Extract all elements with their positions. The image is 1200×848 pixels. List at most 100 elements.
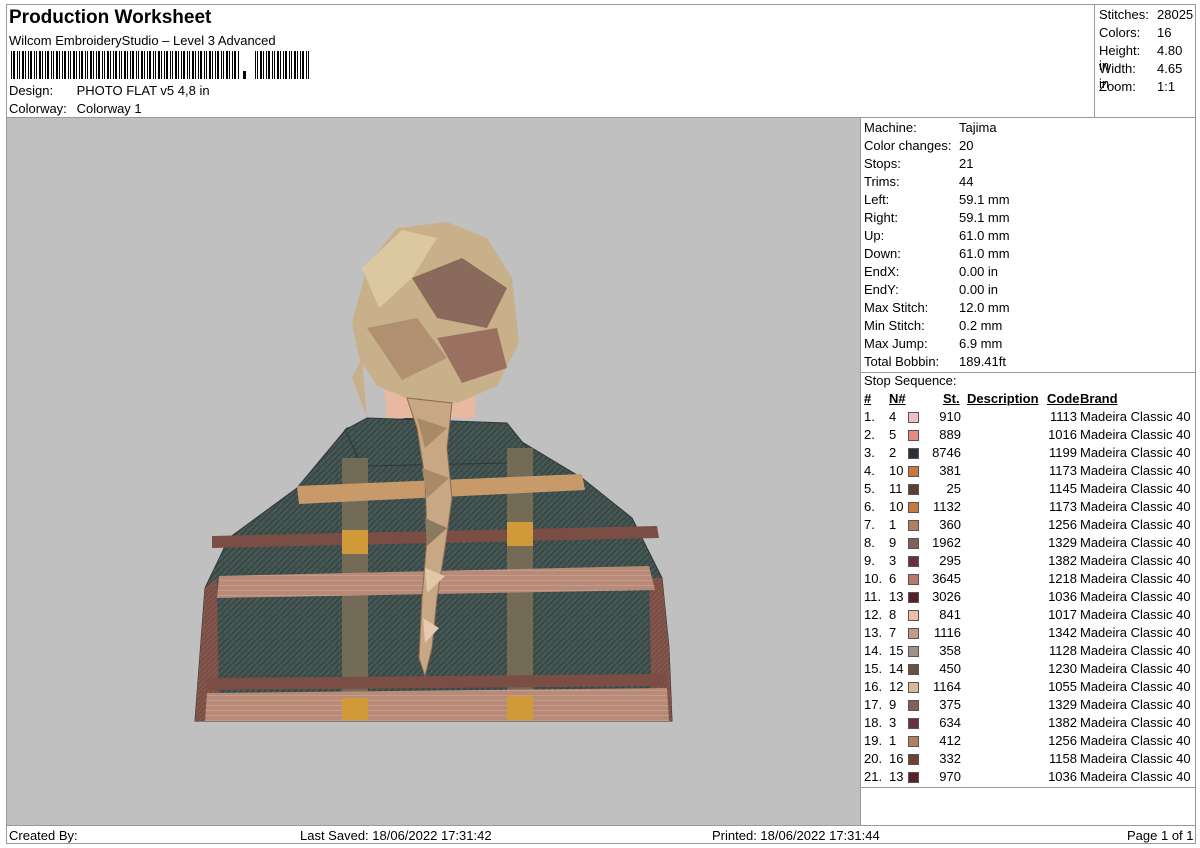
row-code: 1382 — [1048, 715, 1077, 730]
row-index: 12. — [864, 607, 883, 622]
machine-info-panel: Machine: Tajima Color changes: 20 Stops: 21 Tr… — [861, 118, 1196, 825]
row-stitches: 1132 — [933, 499, 961, 514]
row-brand: Madeira Classic 40 — [1080, 499, 1191, 514]
row-code: 1230 — [1048, 661, 1077, 676]
colorway-label: Colorway: — [9, 101, 67, 116]
machine-info-label: Max Stitch: — [864, 300, 929, 315]
worksheet-footer: Created By: Last Saved: 18/06/2022 17:31… — [7, 825, 1196, 844]
row-code: 1113 — [1050, 409, 1077, 424]
row-code: 1256 — [1048, 517, 1077, 532]
machine-info-row: Color changes: 20 — [864, 138, 973, 156]
row-index: 11. — [864, 589, 882, 604]
machine-info-label: Color changes: — [864, 138, 952, 153]
machine-info-row: Trims: 44 — [864, 174, 973, 192]
machine-info-value: 12.0 mm — [959, 300, 1010, 315]
row-code: 1036 — [1048, 589, 1077, 604]
color-swatch — [908, 556, 919, 567]
machine-info-value: 0.00 in — [959, 264, 999, 279]
machine-info-value: 44 — [959, 174, 974, 189]
table-row: 1. 4 910 1113 Madeira Classic 40 — [861, 409, 1196, 427]
stat-label: Height: — [1099, 43, 1141, 58]
row-needle: 9 — [889, 697, 897, 712]
row-code: 1145 — [1049, 481, 1077, 496]
row-brand: Madeira Classic 40 — [1080, 427, 1191, 442]
row-index: 19. — [864, 733, 883, 748]
row-needle: 6 — [889, 571, 897, 586]
color-swatch — [908, 430, 919, 441]
row-index: 13. — [864, 625, 883, 640]
row-code: 1382 — [1048, 553, 1077, 568]
color-swatch — [908, 718, 919, 729]
machine-info-value: 189.41ft — [959, 354, 1006, 369]
stat-value: 28025 — [1157, 7, 1194, 22]
row-needle: 13 — [889, 589, 904, 604]
row-code: 1329 — [1048, 535, 1077, 550]
row-needle: 3 — [889, 715, 897, 730]
row-needle: 9 — [889, 535, 897, 550]
color-swatch — [908, 610, 919, 621]
row-brand: Madeira Classic 40 — [1080, 589, 1191, 604]
color-swatch — [908, 538, 919, 549]
color-swatch — [908, 628, 919, 639]
row-stitches: 1116 — [934, 625, 961, 640]
color-swatch — [908, 466, 919, 477]
row-stitches: 25 — [946, 481, 961, 496]
machine-info-value: 61.0 mm — [959, 246, 1010, 261]
machine-info-row: Up: 61.0 mm — [864, 228, 1010, 246]
row-stitches: 634 — [939, 715, 961, 730]
machine-info-label: Right: — [864, 210, 898, 225]
machine-info-value: 0.00 in — [959, 282, 999, 297]
table-row: 15. 14 450 1230 Madeira Classic 40 — [861, 661, 1196, 679]
row-stitches: 450 — [939, 661, 961, 676]
row-needle: 1 — [889, 733, 897, 748]
machine-info-value: 21 — [959, 156, 974, 171]
table-row: 9. 3 295 1382 Madeira Classic 40 — [861, 553, 1196, 571]
col-header-stitches: St. — [943, 391, 960, 406]
last-saved: Last Saved: 18/06/2022 17:31:42 — [300, 828, 492, 843]
col-header-description: Description — [967, 391, 1039, 406]
row-code: 1036 — [1048, 769, 1077, 784]
row-brand: Madeira Classic 40 — [1080, 715, 1191, 730]
software-name: Wilcom EmbroideryStudio – Level 3 Advanc… — [9, 33, 276, 48]
color-swatch — [908, 754, 919, 765]
machine-info-label: Trims: — [864, 174, 900, 189]
color-swatch — [908, 448, 919, 459]
machine-info-row: Left: 59.1 mm — [864, 192, 1010, 210]
col-header-code: Code — [1047, 391, 1080, 406]
machine-info-value: Tajima — [959, 120, 997, 135]
stat-label: Width: — [1099, 61, 1136, 76]
machine-info-row: Machine: Tajima — [864, 120, 997, 138]
row-brand: Madeira Classic 40 — [1080, 445, 1191, 460]
color-swatch — [908, 592, 919, 603]
design-stats: Stitches: 28025 Colors: 16 Height: 4.80 in … — [1095, 5, 1196, 118]
row-needle: 3 — [889, 553, 897, 568]
row-brand: Madeira Classic 40 — [1080, 571, 1191, 586]
row-index: 15. — [864, 661, 883, 676]
row-needle: 15 — [889, 643, 904, 658]
row-needle: 13 — [889, 769, 904, 784]
row-needle: 4 — [889, 409, 897, 424]
machine-info-label: Down: — [864, 246, 901, 261]
table-row: 8. 9 1962 1329 Madeira Classic 40 — [861, 535, 1196, 553]
machine-info-value: 59.1 mm — [959, 210, 1010, 225]
worksheet-frame: Production Worksheet Wilcom EmbroiderySt… — [6, 4, 1196, 844]
row-needle: 1 — [889, 517, 897, 532]
row-brand: Madeira Classic 40 — [1080, 625, 1191, 640]
stat-label: Zoom: — [1099, 79, 1136, 94]
col-header-n: N# — [889, 391, 906, 406]
table-row: 20. 16 332 1158 Madeira Classic 40 — [861, 751, 1196, 769]
machine-info-label: Max Jump: — [864, 336, 928, 351]
row-index: 1. — [864, 409, 875, 424]
table-row: 3. 2 8746 1199 Madeira Classic 40 — [861, 445, 1196, 463]
stat-value: 1:1 — [1157, 79, 1176, 94]
row-index: 8. — [864, 535, 875, 550]
row-needle: 14 — [889, 661, 904, 676]
color-swatch — [908, 484, 919, 495]
table-row: 4. 10 381 1173 Madeira Classic 40 — [861, 463, 1196, 481]
created-by: Created By: — [9, 828, 78, 843]
color-swatch — [908, 502, 919, 513]
color-swatch — [908, 574, 919, 585]
section-divider — [861, 787, 1196, 788]
machine-info-label: Left: — [864, 192, 890, 207]
row-needle: 2 — [889, 445, 897, 460]
